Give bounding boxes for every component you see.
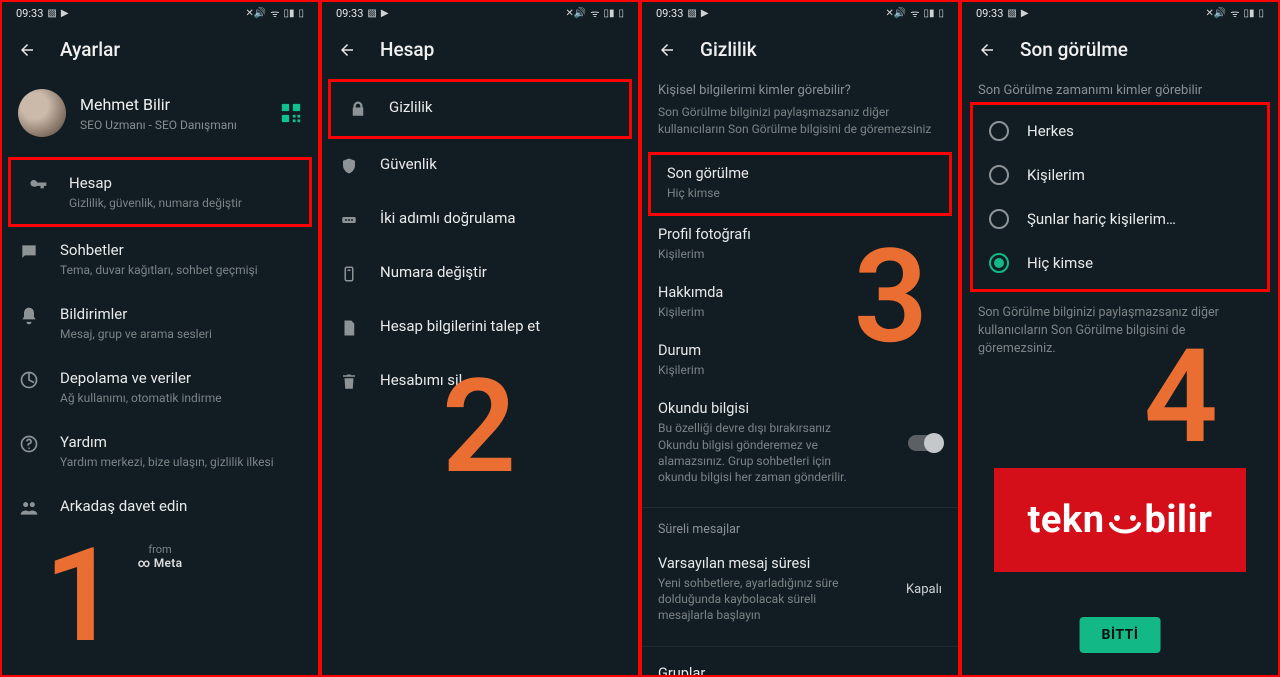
key-icon xyxy=(27,174,49,196)
storage-icon xyxy=(18,369,40,391)
menu-title: Hesap xyxy=(69,174,242,192)
menu-item-delete-account[interactable]: Hesabımı sil xyxy=(322,355,638,409)
shield-icon xyxy=(338,155,360,177)
brand-logo: tekn bilir xyxy=(994,468,1246,572)
back-icon[interactable] xyxy=(18,41,36,59)
phone-last-seen: 09:33▧▶ ✕🔊ᯤ▯▮▯ Son görülme Son Görülme z… xyxy=(960,0,1280,677)
profile-row[interactable]: Mehmet Bilir SEO Uzmanı - SEO Danışmanı xyxy=(2,79,318,157)
done-button[interactable]: BİTTİ xyxy=(1080,617,1161,653)
lock-icon xyxy=(347,98,369,120)
signal-icon: ▯▮ xyxy=(283,8,294,19)
footer-brand: ∞ Meta xyxy=(2,556,318,570)
avatar xyxy=(18,89,66,137)
settings-menu: Hesap Gizlilik, güvenlik, numara değişti… xyxy=(2,157,318,533)
privacy-item-read-receipts[interactable]: Okundu bilgisi Bu özelliği devre dışı bı… xyxy=(642,390,958,497)
menu-item-chats[interactable]: Sohbetler Tema, duvar kağıtları, sohbet … xyxy=(2,227,318,291)
footer-from: from xyxy=(2,543,318,556)
qr-icon[interactable] xyxy=(280,102,302,124)
menu-item-privacy[interactable]: Gizlilik xyxy=(328,79,632,139)
wifi-icon: ᯤ xyxy=(270,6,279,20)
menu-item-two-step[interactable]: İki adımlı doğrulama xyxy=(322,193,638,247)
radio-option-everyone[interactable]: Herkes xyxy=(973,109,1267,153)
menu-item-notifications[interactable]: Bildirimler Mesaj, grup ve arama sesleri xyxy=(2,291,318,355)
mute-icon: ✕🔊 xyxy=(245,8,266,19)
radio-option-contacts-except[interactable]: Şunlar hariç kişilerim… xyxy=(973,197,1267,241)
page-title: Ayarlar xyxy=(60,38,120,61)
battery-icon: ▯ xyxy=(298,8,304,19)
app-bar: Ayarlar xyxy=(2,24,318,79)
app-bar: Hesap xyxy=(322,24,638,79)
radio-option-contacts[interactable]: Kişilerim xyxy=(973,153,1267,197)
phone-settings: 09:33 ▧ ▶ ✕🔊 ᯤ ▯▮ ▯ Ayarlar Mehmet Bilir… xyxy=(0,0,320,677)
radio-option-nobody[interactable]: Hiç kimse xyxy=(973,241,1267,285)
back-icon[interactable] xyxy=(978,41,996,59)
divider xyxy=(642,507,958,508)
radio-icon xyxy=(989,209,1009,229)
status-time: 09:33 xyxy=(16,7,43,20)
app-bar: Son görülme xyxy=(962,24,1278,79)
radio-icon xyxy=(989,253,1009,273)
smile-icon xyxy=(1105,512,1145,540)
people-icon xyxy=(18,497,40,519)
menu-item-invite[interactable]: Arkadaş davet edin xyxy=(2,483,318,533)
bell-icon xyxy=(18,305,40,327)
back-icon[interactable] xyxy=(338,41,356,59)
phone-account: 09:33▧▶ ✕🔊ᯤ▯▮▯ Hesap Gizlilik Güvenlik İ… xyxy=(320,0,640,677)
status-bar: 09:33 ▧ ▶ ✕🔊 ᯤ ▯▮ ▯ xyxy=(2,2,318,24)
picture-icon: ▧ xyxy=(47,8,56,19)
profile-name: Mehmet Bilir xyxy=(80,95,237,114)
status-bar: 09:33▧▶ ✕🔊ᯤ▯▮▯ xyxy=(322,2,638,24)
last-seen-note: Son Görülme bilginizi paylaşmazsanız diğ… xyxy=(962,292,1278,358)
radio-group-last-seen: Herkes Kişilerim Şunlar hariç kişilerim…… xyxy=(970,102,1270,292)
status-bar: 09:33▧▶ ✕🔊ᯤ▯▮▯ xyxy=(962,2,1278,24)
privacy-item-status[interactable]: Durum Kişilerim xyxy=(642,332,958,390)
toggle-switch[interactable] xyxy=(908,435,942,451)
profile-subtitle: SEO Uzmanı - SEO Danışmanı xyxy=(80,118,237,132)
video-icon: ▶ xyxy=(61,8,69,19)
privacy-item-about[interactable]: Hakkımda Kişilerim xyxy=(642,274,958,332)
divider xyxy=(642,646,958,647)
document-icon xyxy=(338,317,360,339)
status-bar: 09:33▧▶ ✕🔊ᯤ▯▮▯ xyxy=(642,2,958,24)
phone-swap-icon xyxy=(338,263,360,285)
privacy-item-profile-photo[interactable]: Profil fotoğrafı Kişilerim xyxy=(642,216,958,274)
last-seen-question: Son Görülme zamanımı kimler görebilir xyxy=(962,79,1278,100)
privacy-item-groups[interactable]: Gruplar xyxy=(642,655,958,677)
account-menu: Gizlilik Güvenlik İki adımlı doğrulama N… xyxy=(322,79,638,409)
menu-item-request-info[interactable]: Hesap bilgilerini talep et xyxy=(322,301,638,355)
phone-privacy: 09:33▧▶ ✕🔊ᯤ▯▮▯ Gizlilik Kişisel bilgiler… xyxy=(640,0,960,677)
privacy-note: Son Görülme bilginizi paylaşmazsanız diğ… xyxy=(642,104,958,152)
radio-icon xyxy=(989,121,1009,141)
trash-icon xyxy=(338,371,360,393)
timed-value: Kapalı xyxy=(906,582,942,597)
back-icon[interactable] xyxy=(658,41,676,59)
pin-icon xyxy=(338,209,360,231)
menu-item-account[interactable]: Hesap Gizlilik, güvenlik, numara değişti… xyxy=(8,157,312,227)
radio-icon xyxy=(989,165,1009,185)
menu-item-change-number[interactable]: Numara değiştir xyxy=(322,247,638,301)
menu-item-storage[interactable]: Depolama ve veriler Ağ kullanımı, otomat… xyxy=(2,355,318,419)
chat-icon xyxy=(18,241,40,263)
page-title: Son görülme xyxy=(1020,38,1128,61)
page-title: Hesap xyxy=(380,38,434,61)
app-bar: Gizlilik xyxy=(642,24,958,79)
privacy-item-last-seen[interactable]: Son görülme Hiç kimse xyxy=(648,152,952,216)
menu-item-help[interactable]: Yardım Yardım merkezi, bize ulaşın, gizl… xyxy=(2,419,318,483)
timed-header: Süreli mesajlar xyxy=(642,516,958,545)
help-icon xyxy=(18,433,40,455)
page-title: Gizlilik xyxy=(700,38,757,61)
privacy-item-default-timer[interactable]: Varsayılan mesaj süresi Yeni sohbetlere,… xyxy=(642,545,958,636)
menu-sub: Gizlilik, güvenlik, numara değiştir xyxy=(69,196,242,210)
menu-item-security[interactable]: Güvenlik xyxy=(322,139,638,193)
privacy-question: Kişisel bilgilerimi kimler görebilir? xyxy=(642,79,958,104)
